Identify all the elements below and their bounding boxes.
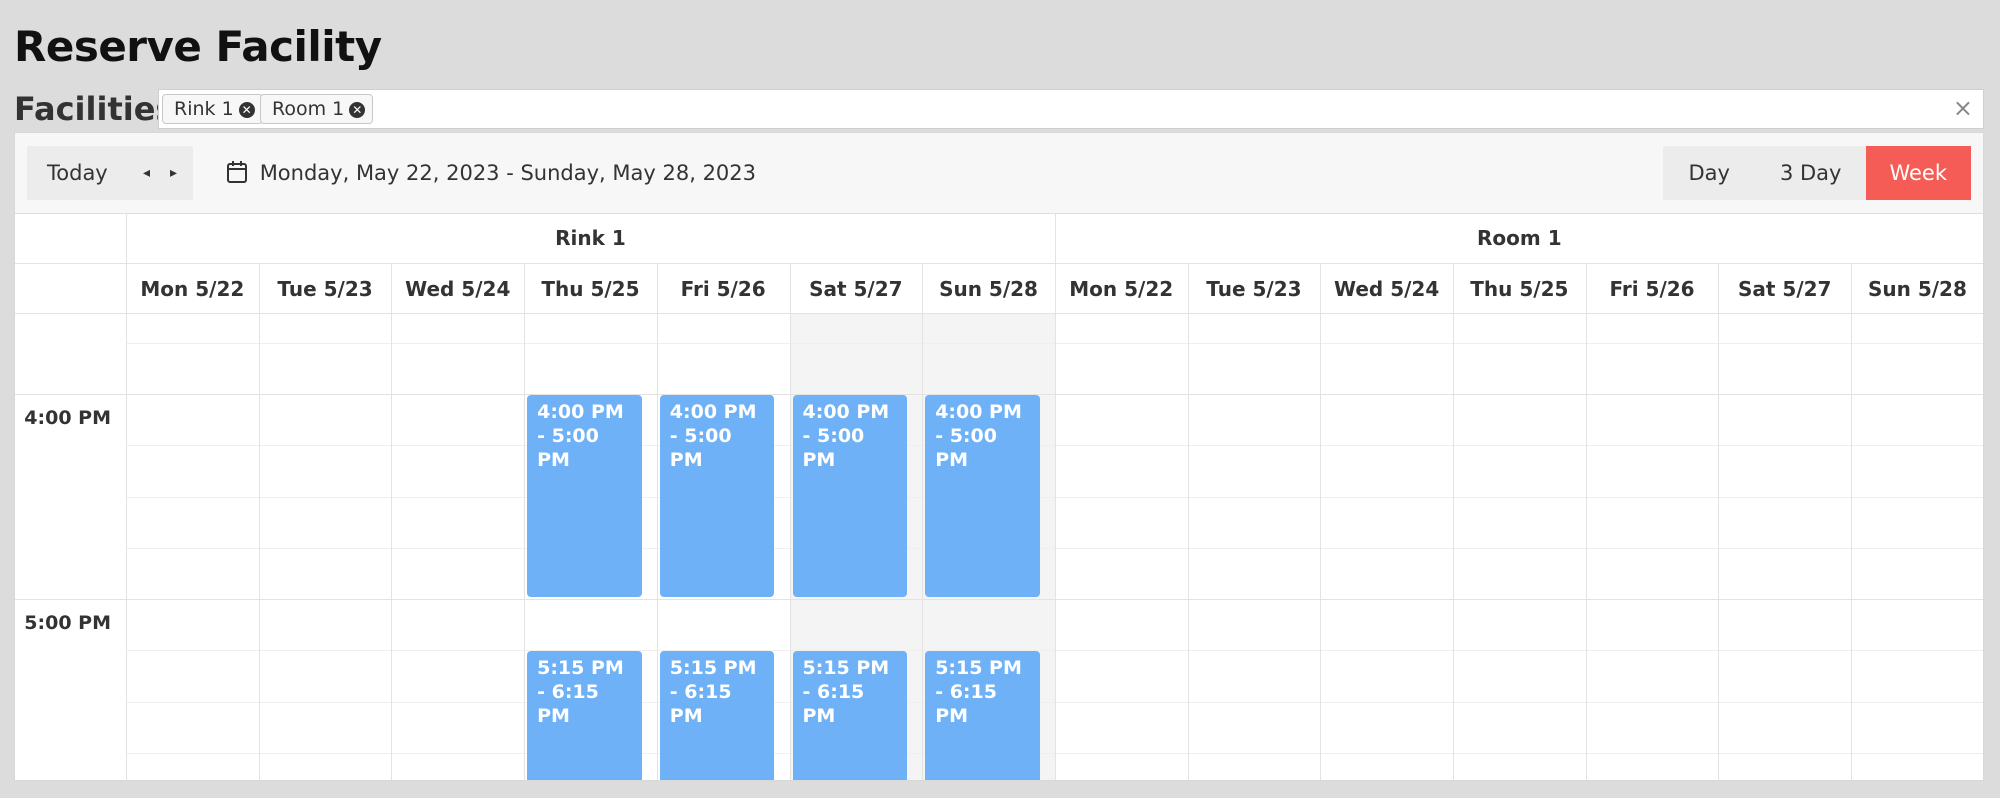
day-header: Fri 5/26 bbox=[680, 277, 766, 301]
day-header: Wed 5/24 bbox=[405, 277, 511, 301]
day-header: Fri 5/26 bbox=[1609, 277, 1695, 301]
facility-chip-rink-1[interactable]: Rink 1 ✕ bbox=[162, 94, 263, 124]
view-switcher: Day 3 Day Week bbox=[1663, 146, 1971, 200]
header-bottom bbox=[15, 313, 1983, 314]
day-divider bbox=[922, 263, 924, 780]
prev-arrow-icon[interactable]: ◂ bbox=[143, 146, 150, 200]
day-header: Sat 5/27 bbox=[809, 277, 903, 301]
day-divider bbox=[391, 263, 393, 780]
day-header: Mon 5/22 bbox=[1069, 277, 1174, 301]
calendar-icon bbox=[227, 161, 247, 183]
event-block[interactable]: 5:15 PM - 6:15 PM bbox=[659, 651, 775, 780]
day-divider bbox=[1718, 263, 1720, 780]
event-block[interactable]: 5:15 PM - 6:15 PM bbox=[925, 651, 1040, 780]
facility-chip-label: Room 1 bbox=[272, 98, 345, 120]
day-divider bbox=[1320, 263, 1322, 780]
date-range-text: Monday, May 22, 2023 - Sunday, May 28, 2… bbox=[259, 161, 757, 185]
facilities-label: Facilities bbox=[14, 90, 175, 128]
event-block[interactable]: 5:15 PM - 6:15 PM bbox=[527, 651, 642, 780]
facilities-select[interactable]: Rink 1 ✕ Room 1 ✕ × bbox=[158, 89, 1984, 129]
day-divider bbox=[656, 263, 658, 780]
nav-group: Today ◂ ▸ bbox=[27, 146, 193, 200]
day-header: Tue 5/23 bbox=[277, 277, 373, 301]
next-arrow-icon[interactable]: ▸ bbox=[170, 146, 177, 200]
facility-chip-room-1[interactable]: Room 1 ✕ bbox=[260, 94, 374, 124]
day-header: Thu 5/25 bbox=[541, 277, 640, 301]
day-divider bbox=[1585, 263, 1587, 780]
day-divider bbox=[258, 263, 260, 780]
resource-header: Rink 1 bbox=[555, 226, 626, 250]
calendar: Today ◂ ▸ Monday, May 22, 2023 - Sunday,… bbox=[14, 132, 1984, 781]
today-button[interactable]: Today bbox=[47, 146, 108, 200]
view-3day-button[interactable]: 3 Day bbox=[1755, 146, 1867, 200]
date-range[interactable]: Monday, May 22, 2023 - Sunday, May 28, 2… bbox=[227, 133, 756, 213]
close-circle-icon[interactable]: ✕ bbox=[238, 102, 255, 118]
day-header: Mon 5/22 bbox=[140, 277, 245, 301]
event-block[interactable]: 4:00 PM - 5:00 PM bbox=[792, 395, 908, 597]
day-header: Wed 5/24 bbox=[1334, 277, 1440, 301]
hour-line bbox=[15, 599, 1983, 600]
close-circle-icon[interactable]: ✕ bbox=[349, 102, 366, 118]
time-label: 4:00 PM bbox=[24, 407, 111, 429]
calendar-toolbar: Today ◂ ▸ Monday, May 22, 2023 - Sunday,… bbox=[15, 133, 1983, 214]
day-divider bbox=[1453, 263, 1454, 780]
close-icon[interactable]: × bbox=[1953, 94, 1973, 122]
day-divider bbox=[1187, 263, 1189, 780]
event-block[interactable]: 4:00 PM - 5:00 PM bbox=[527, 395, 642, 597]
resource-header: Room 1 bbox=[1477, 226, 1562, 250]
event-block[interactable]: 5:15 PM - 6:15 PM bbox=[792, 651, 908, 780]
event-block[interactable]: 4:00 PM - 5:00 PM bbox=[659, 395, 775, 597]
day-divider bbox=[1851, 263, 1853, 780]
day-header: Tue 5/23 bbox=[1206, 277, 1302, 301]
day-header: Sun 5/28 bbox=[939, 277, 1038, 301]
facility-chip-label: Rink 1 bbox=[174, 98, 234, 120]
day-divider bbox=[789, 263, 791, 780]
view-week-button[interactable]: Week bbox=[1866, 146, 1971, 200]
event-block[interactable]: 4:00 PM - 5:00 PM bbox=[925, 395, 1040, 597]
time-label: 5:00 PM bbox=[24, 612, 111, 634]
view-day-button[interactable]: Day bbox=[1663, 146, 1754, 200]
calendar-grid: Rink 1 Room 1 Mon 5/22 Tue 5/23 Wed 5/24 Thu … bbox=[15, 213, 1983, 780]
page-title: Reserve Facility bbox=[14, 22, 382, 71]
day-header: Sat 5/27 bbox=[1737, 277, 1832, 301]
day-header: Sun 5/28 bbox=[1867, 277, 1967, 301]
day-header: Thu 5/25 bbox=[1470, 277, 1569, 301]
day-divider bbox=[524, 263, 526, 780]
